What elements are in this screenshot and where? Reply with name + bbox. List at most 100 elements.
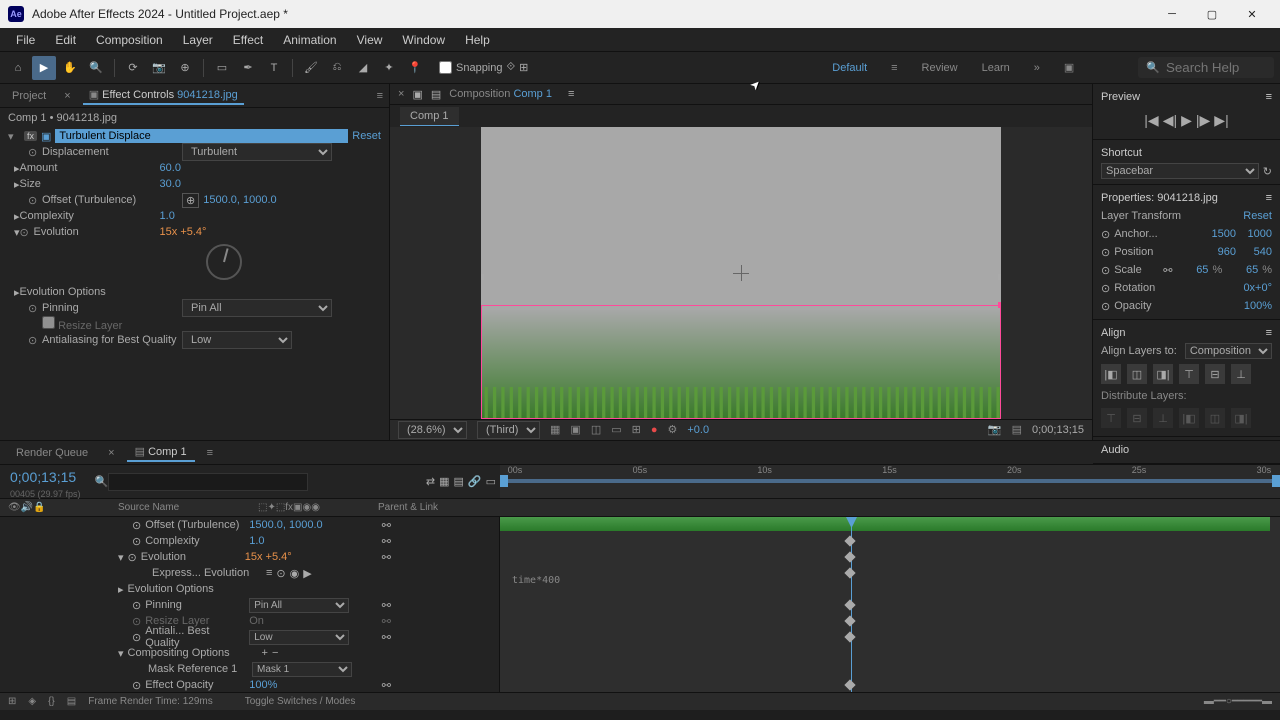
search-box[interactable]: 🔍 (1138, 57, 1274, 78)
vf-icon[interactable]: ▦ (550, 423, 560, 436)
workspace-overflow-icon[interactable]: » (1034, 62, 1040, 74)
tl-antialiasing-select[interactable]: Low (249, 630, 349, 645)
scale-y[interactable]: 65 (1226, 264, 1258, 276)
expr-icon[interactable]: ⊙ (276, 567, 285, 580)
menu-animation[interactable]: Animation (273, 30, 346, 50)
menu-file[interactable]: File (6, 30, 45, 50)
link-icon[interactable]: ⚯ (382, 599, 391, 612)
panel-menu-icon[interactable]: ≡ (1266, 192, 1272, 204)
stopwatch-icon[interactable]: ⊙ (1101, 282, 1110, 295)
align-left-button[interactable]: |◧ (1101, 364, 1121, 384)
expand-icon[interactable]: ▾ (118, 647, 124, 660)
stopwatch-icon[interactable]: ⊙ (28, 334, 42, 347)
align-vcenter-button[interactable]: ⊟ (1205, 364, 1225, 384)
stopwatch-icon[interactable]: ⊙ (28, 146, 42, 159)
evolution-dial[interactable] (206, 244, 242, 280)
vf-icon[interactable]: ▭ (611, 423, 621, 436)
tl-complexity-value[interactable]: 1.0 (249, 535, 264, 547)
close-button[interactable]: ✕ (1232, 0, 1272, 28)
time-ruler[interactable]: 00s 05s 10s 15s 20s 25s 30s (500, 465, 1280, 483)
search-input[interactable] (1166, 60, 1266, 75)
shortcut-select[interactable]: Spacebar (1101, 163, 1259, 179)
last-frame-button[interactable]: ▶| (1214, 112, 1228, 129)
pen-tool[interactable]: ✒ (236, 56, 260, 80)
zoom-dropdown[interactable]: (28.6%) (398, 421, 467, 439)
vf-icon[interactable]: ▤ (1012, 423, 1022, 436)
handle[interactable] (481, 274, 484, 280)
keyframe[interactable] (845, 567, 856, 578)
tl-icon[interactable]: ⇄ (426, 475, 435, 488)
fx-badge[interactable]: fx (24, 131, 37, 141)
keyframe[interactable] (845, 615, 856, 626)
keyframe[interactable] (845, 551, 856, 562)
fx-enable-icon[interactable]: ▣ (41, 130, 51, 143)
link-icon[interactable]: ⚯ (382, 679, 391, 692)
antialiasing-select[interactable]: Low (182, 331, 292, 349)
offset-value[interactable]: 1500.0, 1000.0 (203, 194, 276, 206)
stopwatch-icon[interactable]: ⊙ (132, 599, 141, 612)
menu-layer[interactable]: Layer (173, 30, 223, 50)
puppet-tool[interactable]: 📍 (403, 56, 427, 80)
tl-evolution-value[interactable]: 15x +5.4° (245, 551, 292, 563)
tl-icon[interactable]: ▭ (486, 475, 496, 488)
stopwatch-icon[interactable]: ⊙ (20, 226, 34, 239)
snapping-icon[interactable]: ⟐ (507, 61, 516, 74)
tab-project[interactable]: Project (6, 88, 52, 104)
stopwatch-icon[interactable]: ⊙ (1101, 264, 1110, 277)
stopwatch-icon[interactable]: ⊙ (1101, 246, 1110, 259)
clone-tool[interactable]: ⎌ (325, 56, 349, 80)
next-frame-button[interactable]: |▶ (1196, 112, 1210, 129)
stopwatch-icon[interactable]: ⊙ (132, 519, 141, 532)
timeline-timecode[interactable]: 0;00;13;15 (0, 465, 91, 489)
zoom-slider[interactable]: ▬━━○━━━━━▬ (1204, 696, 1272, 707)
link-icon[interactable]: ⚯ (382, 519, 391, 532)
add-icon[interactable]: + (262, 647, 268, 659)
align-bottom-button[interactable]: ⊥ (1231, 364, 1251, 384)
workspace-default[interactable]: Default (832, 62, 867, 74)
tl-icon[interactable]: 🔗 (468, 475, 482, 488)
remove-icon[interactable]: − (272, 647, 278, 659)
tab-effect-controls[interactable]: ▣ Effect Controls 9041218.jpg (83, 86, 244, 105)
keyframe[interactable] (845, 631, 856, 642)
stopwatch-icon[interactable]: ⊙ (28, 302, 42, 315)
keyframe[interactable] (845, 599, 856, 610)
align-target-select[interactable]: Composition (1185, 343, 1272, 359)
play-button[interactable]: ▶ (1181, 112, 1192, 129)
tl-footer-icon[interactable]: ◈ (28, 696, 36, 707)
menu-effect[interactable]: Effect (223, 30, 273, 50)
anchor-y[interactable]: 1000 (1240, 228, 1272, 240)
keyframe[interactable] (845, 535, 856, 546)
complexity-value[interactable]: 1.0 (160, 210, 175, 222)
expr-icon[interactable]: ≡ (266, 567, 272, 579)
menu-help[interactable]: Help (455, 30, 500, 50)
vf-icon[interactable]: ⊞ (632, 423, 641, 436)
work-area[interactable] (500, 479, 1280, 483)
size-value[interactable]: 30.0 (160, 178, 181, 190)
snapping-grid-icon[interactable]: ⊞ (519, 61, 528, 74)
position-x[interactable]: 960 (1204, 246, 1236, 258)
reset-icon[interactable]: ↻ (1263, 165, 1272, 178)
text-tool[interactable]: T (262, 56, 286, 80)
scale-x[interactable]: 65 (1176, 264, 1208, 276)
comp-crumb[interactable]: Comp 1 (400, 107, 459, 126)
maximize-button[interactable]: ▢ (1192, 0, 1232, 28)
timeline-search-input[interactable] (108, 473, 308, 491)
expand-icon[interactable]: ▾ (118, 551, 124, 564)
transform-reset[interactable]: Reset (1243, 210, 1272, 222)
tl-icon[interactable]: ▦ (439, 475, 449, 488)
pan-behind-tool[interactable]: ⊕ (173, 56, 197, 80)
fx-reset[interactable]: Reset (352, 130, 381, 142)
layer-bar[interactable] (500, 517, 1270, 531)
menu-edit[interactable]: Edit (45, 30, 86, 50)
offset-crosshair-icon[interactable]: ⊕ (182, 193, 199, 208)
position-y[interactable]: 540 (1240, 246, 1272, 258)
brush-tool[interactable]: 🖌 (299, 56, 323, 80)
amount-value[interactable]: 60.0 (160, 162, 181, 174)
link-icon[interactable]: ⚯ (382, 631, 391, 644)
selection-box[interactable] (481, 305, 1001, 419)
anchor-x[interactable]: 1500 (1204, 228, 1236, 240)
share-icon[interactable]: ▣ (1064, 61, 1074, 74)
evolution-value[interactable]: 15x +5.4° (160, 226, 207, 238)
stopwatch-icon[interactable]: ⊙ (132, 679, 141, 692)
composition-canvas[interactable] (481, 127, 1001, 419)
